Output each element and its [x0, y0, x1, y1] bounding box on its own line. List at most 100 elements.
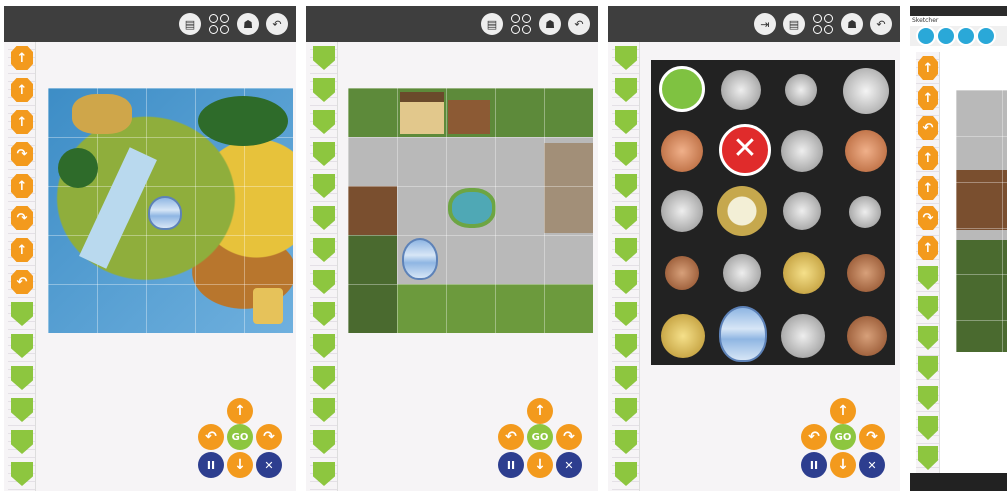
cmd-up-icon[interactable]: ↑ [11, 238, 33, 262]
cmd-empty-slot[interactable] [615, 398, 637, 422]
cmd-empty-slot[interactable] [313, 110, 335, 134]
bee-bot-icon[interactable] [148, 196, 182, 230]
backward-button[interactable]: ↓ [227, 452, 253, 478]
cmd-empty-slot[interactable] [918, 326, 938, 350]
cmd-empty-slot[interactable] [615, 462, 637, 486]
cmd-empty-slot[interactable] [615, 334, 637, 358]
farm-board-cropped[interactable] [956, 90, 1007, 352]
grid-icon[interactable] [208, 13, 230, 35]
cmd-empty-slot[interactable] [11, 398, 33, 422]
cmd-empty-slot[interactable] [615, 366, 637, 390]
go-button[interactable]: GO [527, 424, 553, 450]
cmd-empty-slot[interactable] [615, 270, 637, 294]
window-icon[interactable] [956, 26, 976, 46]
turn-left-button[interactable]: ↶ [801, 424, 827, 450]
exit-icon[interactable]: ⇥ [754, 13, 776, 35]
cmd-empty-slot[interactable] [615, 110, 637, 134]
cmd-empty-slot[interactable] [313, 302, 335, 326]
cmd-empty-slot[interactable] [11, 334, 33, 358]
cmd-up-icon[interactable]: ↑ [918, 56, 938, 80]
coin-board[interactable]: ✕ [651, 60, 895, 365]
clear-button[interactable]: ✕ [256, 452, 282, 478]
cmd-empty-slot[interactable] [313, 462, 335, 486]
cmd-empty-slot[interactable] [11, 366, 33, 390]
farm-board[interactable] [348, 88, 593, 333]
cmd-up-icon[interactable]: ↑ [918, 236, 938, 260]
pause-button[interactable]: II [198, 452, 224, 478]
grid-icon[interactable] [812, 13, 834, 35]
cmd-empty-slot[interactable] [615, 302, 637, 326]
cmd-empty-slot[interactable] [918, 386, 938, 410]
cmd-empty-slot[interactable] [918, 356, 938, 380]
cmd-empty-slot[interactable] [313, 46, 335, 70]
back-icon[interactable]: ↶ [870, 13, 892, 35]
turn-left-button[interactable]: ↶ [498, 424, 524, 450]
go-button[interactable]: GO [227, 424, 253, 450]
cmd-up-icon[interactable]: ↑ [11, 110, 33, 134]
cmd-up-icon[interactable]: ↑ [11, 174, 33, 198]
cmd-empty-slot[interactable] [615, 206, 637, 230]
robot-icon[interactable]: ☗ [841, 13, 863, 35]
cmd-empty-slot[interactable] [11, 302, 33, 326]
cmd-empty-slot[interactable] [11, 462, 33, 486]
cmd-empty-slot[interactable] [615, 46, 637, 70]
cmd-turn-left-icon[interactable]: ↶ [11, 270, 33, 294]
edit-icon[interactable] [976, 26, 996, 46]
pause-button[interactable]: II [801, 452, 827, 478]
cmd-empty-slot[interactable] [615, 238, 637, 262]
cmd-empty-slot[interactable] [918, 416, 938, 440]
cmd-empty-slot[interactable] [918, 296, 938, 320]
bee-bot-icon[interactable] [719, 306, 767, 362]
turn-right-button[interactable]: ↷ [556, 424, 582, 450]
cmd-up-icon[interactable]: ↑ [918, 176, 938, 200]
cmd-up-icon[interactable]: ↑ [11, 46, 33, 70]
back-icon[interactable]: ↶ [568, 13, 590, 35]
cmd-empty-slot[interactable] [313, 270, 335, 294]
cmd-turn-right-icon[interactable]: ↷ [918, 206, 938, 230]
cmd-empty-slot[interactable] [615, 142, 637, 166]
cmd-turn-left-icon[interactable]: ↶ [918, 116, 938, 140]
grid-icon[interactable] [510, 13, 532, 35]
robot-icon[interactable]: ☗ [237, 13, 259, 35]
robot-icon[interactable]: ☗ [539, 13, 561, 35]
turn-right-button[interactable]: ↷ [859, 424, 885, 450]
backward-button[interactable]: ↓ [830, 452, 856, 478]
forward-button[interactable]: ↑ [227, 398, 253, 424]
cmd-empty-slot[interactable] [313, 430, 335, 454]
cmd-turn-right-icon[interactable]: ↷ [11, 142, 33, 166]
book-icon[interactable]: ▤ [481, 13, 503, 35]
cmd-empty-slot[interactable] [11, 430, 33, 454]
pause-button[interactable]: II [498, 452, 524, 478]
back-icon[interactable]: ↶ [266, 13, 288, 35]
folder-icon[interactable] [936, 26, 956, 46]
turn-left-button[interactable]: ↶ [198, 424, 224, 450]
cmd-empty-slot[interactable] [615, 430, 637, 454]
cmd-up-icon[interactable]: ↑ [11, 78, 33, 102]
turn-right-button[interactable]: ↷ [256, 424, 282, 450]
save-icon[interactable] [916, 26, 936, 46]
book-icon[interactable]: ▤ [783, 13, 805, 35]
cmd-empty-slot[interactable] [313, 78, 335, 102]
forward-button[interactable]: ↑ [527, 398, 553, 424]
cmd-up-icon[interactable]: ↑ [918, 86, 938, 110]
cmd-up-icon[interactable]: ↑ [918, 146, 938, 170]
cmd-empty-slot[interactable] [615, 78, 637, 102]
cmd-empty-slot[interactable] [313, 366, 335, 390]
cmd-empty-slot[interactable] [313, 238, 335, 262]
cmd-empty-slot[interactable] [313, 206, 335, 230]
forward-button[interactable]: ↑ [830, 398, 856, 424]
cmd-empty-slot[interactable] [615, 174, 637, 198]
backward-button[interactable]: ↓ [527, 452, 553, 478]
clear-button[interactable]: ✕ [556, 452, 582, 478]
cmd-empty-slot[interactable] [918, 446, 938, 470]
cmd-empty-slot[interactable] [313, 398, 335, 422]
cmd-empty-slot[interactable] [313, 174, 335, 198]
cmd-empty-slot[interactable] [313, 334, 335, 358]
map-board[interactable] [48, 88, 293, 333]
go-button[interactable]: GO [830, 424, 856, 450]
cmd-empty-slot[interactable] [313, 142, 335, 166]
book-icon[interactable]: ▤ [179, 13, 201, 35]
cmd-empty-slot[interactable] [918, 266, 938, 290]
cmd-turn-right-icon[interactable]: ↷ [11, 206, 33, 230]
clear-button[interactable]: ✕ [859, 452, 885, 478]
